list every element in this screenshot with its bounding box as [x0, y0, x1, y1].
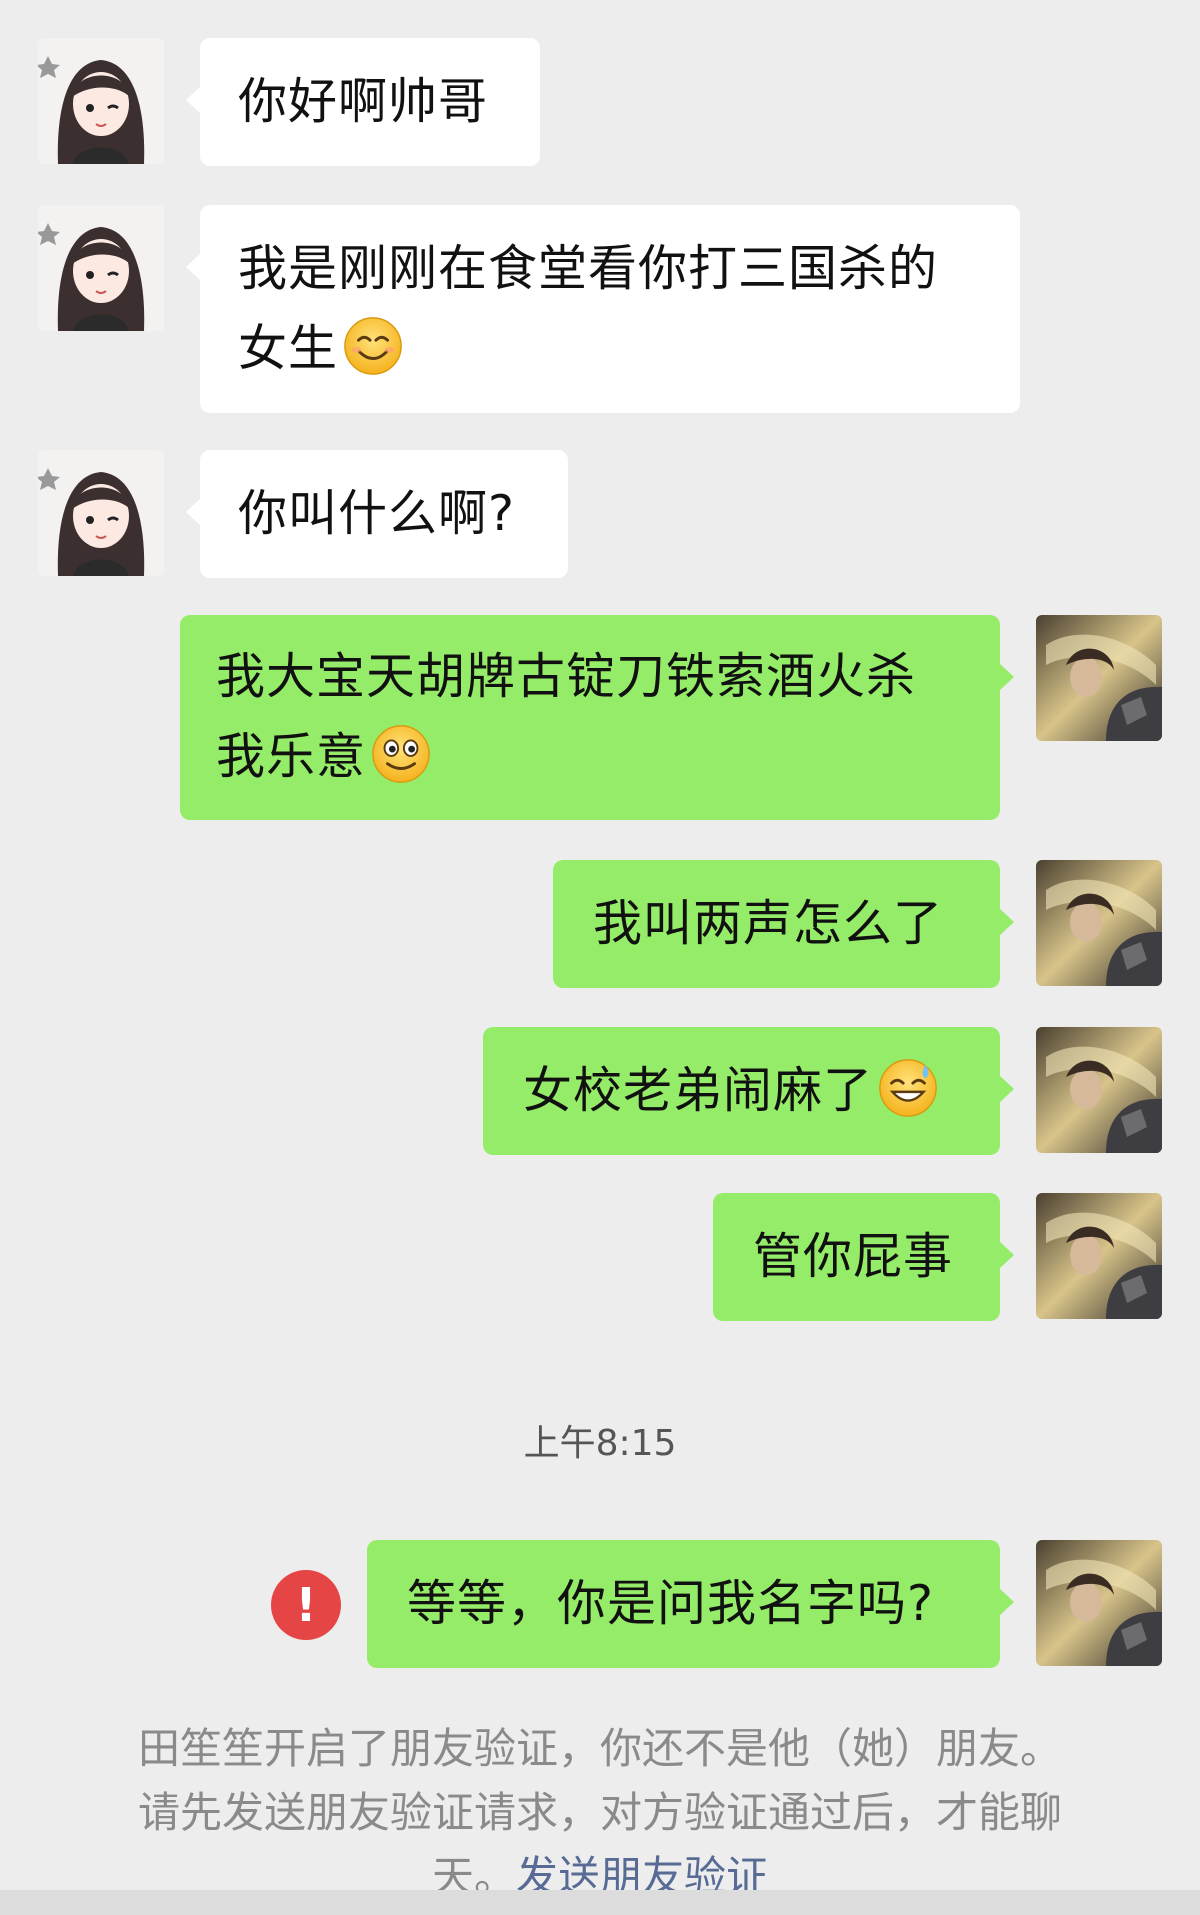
- message-text: 女生: [238, 320, 339, 377]
- outgoing-message-bubble[interactable]: 我大宝天胡牌古锭刀铁索酒火杀 我乐意: [180, 615, 1014, 820]
- grin-emoji-icon: [370, 723, 432, 785]
- message-timestamp: 上午8:15: [523, 1423, 677, 1464]
- incoming-message-bubble[interactable]: 我是刚刚在食堂看你打三国杀的 女生: [186, 205, 1020, 413]
- message-text: 等等，你是问我名字吗?: [407, 1575, 935, 1632]
- my-avatar[interactable]: [1036, 1027, 1162, 1153]
- message-text: 我大宝天胡牌古锭刀铁索酒火杀: [216, 648, 917, 705]
- outgoing-message-bubble[interactable]: 我叫两声怎么了: [553, 860, 1014, 988]
- contact-avatar[interactable]: [38, 38, 164, 164]
- message-text-line: 我乐意: [216, 717, 964, 797]
- outgoing-message-bubble[interactable]: 等等，你是问我名字吗?: [367, 1540, 1014, 1668]
- message-text-line: 女生: [238, 309, 982, 389]
- incoming-message-bubble[interactable]: 你好啊帅哥: [186, 38, 540, 166]
- contact-avatar[interactable]: [38, 450, 164, 576]
- bottom-edge: [0, 1890, 1200, 1915]
- smile-emoji-icon: [342, 315, 404, 377]
- notice-line: 田笙笙开启了朋友验证，你还不是他（她）朋友。: [137, 1724, 1062, 1773]
- my-avatar[interactable]: [1036, 615, 1162, 741]
- message-text: 你叫什么啊?: [238, 485, 516, 542]
- contact-avatar[interactable]: [38, 205, 164, 331]
- my-avatar[interactable]: [1036, 1540, 1162, 1666]
- message-text: 我乐意: [216, 728, 367, 785]
- message-text: 我是刚刚在食堂看你打三国杀的: [238, 240, 939, 297]
- friend-verification-notice: 田笙笙开启了朋友验证，你还不是他（她）朋友。 请先发送朋友验证请求，对方验证通过…: [100, 1717, 1100, 1909]
- message-text: 管你屁事: [753, 1228, 954, 1285]
- outgoing-message-bubble[interactable]: 女校老弟闹麻了: [483, 1027, 1014, 1155]
- my-avatar[interactable]: [1036, 860, 1162, 986]
- send-failed-icon[interactable]: !: [271, 1570, 341, 1640]
- message-text: 我叫两声怎么了: [593, 895, 944, 952]
- message-text: 你好啊帅哥: [238, 73, 489, 130]
- sweat-smile-emoji-icon: [877, 1057, 939, 1119]
- message-text: 女校老弟闹麻了: [523, 1062, 874, 1119]
- incoming-message-bubble[interactable]: 你叫什么啊?: [186, 450, 568, 578]
- outgoing-message-bubble[interactable]: 管你屁事: [713, 1193, 1014, 1321]
- my-avatar[interactable]: [1036, 1193, 1162, 1319]
- notice-line: 请先发送朋友验证请求，对方验证通过后，才能聊: [137, 1788, 1062, 1837]
